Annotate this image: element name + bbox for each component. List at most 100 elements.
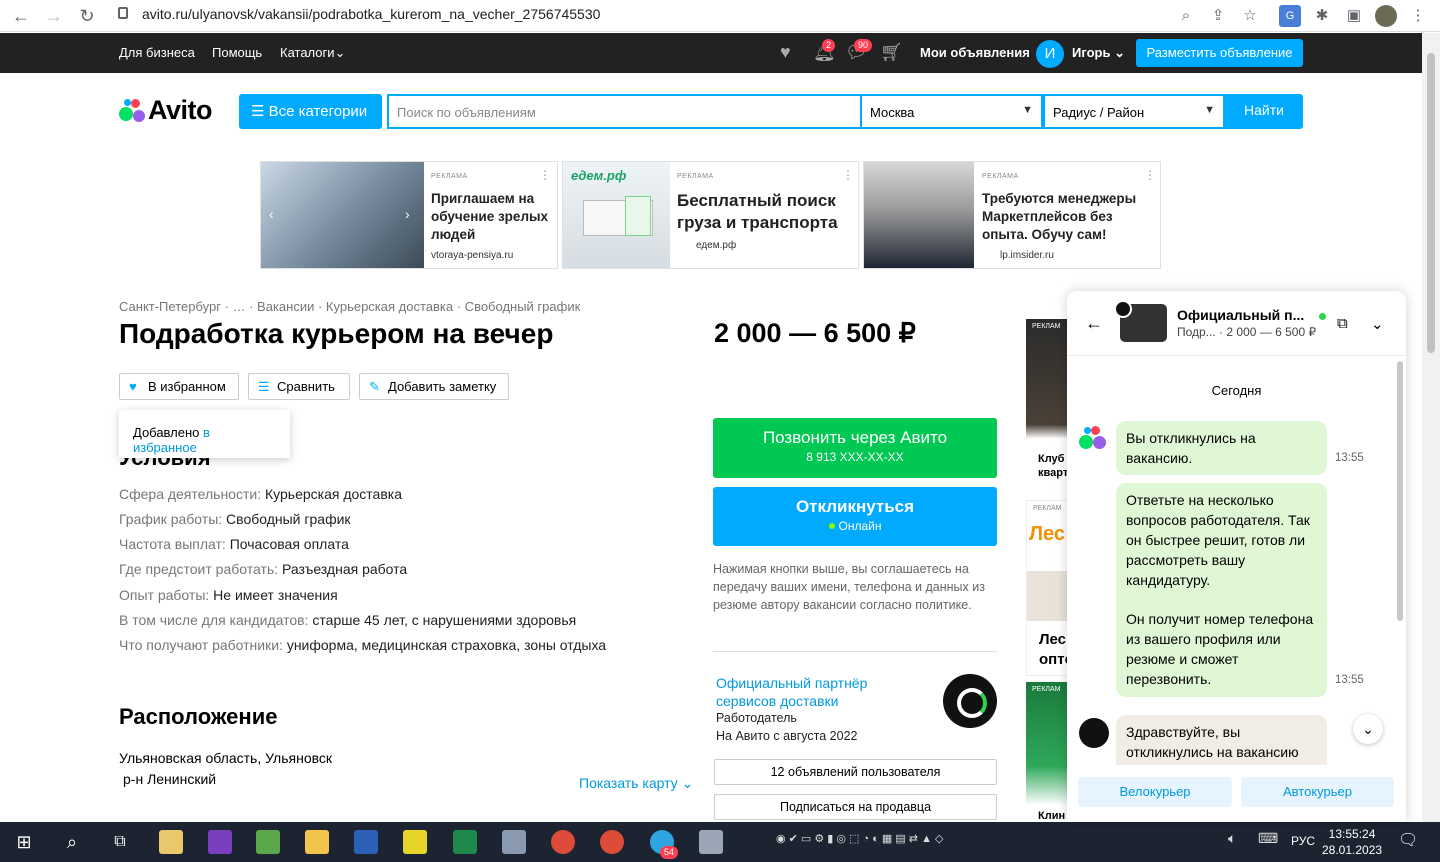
tray-icons[interactable]: ◉ ✔ ▭ ⚙ ▮ ◎ ⬚ ◔ ◐ ▦ ▤ ⇄ ▲ ◇ — [776, 832, 943, 845]
ad-label: РЕКЛАМА — [431, 173, 468, 180]
language-indicator[interactable]: РУС — [1291, 834, 1315, 848]
word-icon[interactable] — [354, 830, 378, 854]
chevron-down-icon: ⌄ — [334, 45, 346, 60]
chat-message-paragraph: Он получит номер телефона из вашего проф… — [1126, 611, 1314, 687]
respond-label: Откликнуться — [795, 497, 915, 516]
ad-image-man — [864, 162, 974, 268]
zoom-icon[interactable]: ⌕ — [1175, 5, 1197, 27]
scroll-down-icon[interactable]: ⌄ — [1353, 714, 1383, 744]
avito-logo[interactable]: Avito — [119, 95, 213, 126]
property-value: Не имеет значения — [213, 587, 338, 603]
ad-banner-2[interactable]: едем.рф РЕКЛАМА ⋮ Бесплатный поиск груза… — [562, 161, 859, 269]
show-map-label: Показать карту — [579, 775, 678, 791]
seller-logo-icon[interactable] — [943, 674, 997, 728]
ad-banner-1[interactable]: ‹ › РЕКЛАМА ⋮ Приглашаем на обучение зре… — [260, 161, 558, 269]
respond-button[interactable]: Откликнуться Онлайн — [713, 487, 997, 546]
business-link[interactable]: Для бизнеса — [119, 45, 195, 60]
property-value: Курьерская доставка — [264, 486, 402, 502]
share-icon[interactable]: ⇪ — [1207, 5, 1229, 27]
ad-menu-icon[interactable]: ⋮ — [1144, 168, 1156, 182]
chrome-profile-icon[interactable] — [600, 830, 624, 854]
chat-scrollbar[interactable] — [1397, 361, 1403, 621]
side-ad-1[interactable]: РЕКЛАМ Клуб кварт — [1026, 319, 1071, 495]
compare-label: Сравнить — [277, 379, 335, 394]
extensions-puzzle-icon[interactable]: ✱ — [1311, 5, 1333, 27]
address-bar[interactable]: avito.ru/ulyanovsk/vakansii/podrabotka_k… — [142, 6, 600, 22]
show-map-link[interactable]: Показать карту ⌄ — [579, 775, 693, 792]
ad-menu-icon[interactable]: ⋮ — [539, 168, 551, 182]
bookmark-star-icon[interactable]: ☆ — [1239, 5, 1261, 27]
all-categories-button[interactable]: ☰ Все категории — [239, 94, 382, 129]
translate-extension-icon[interactable]: G — [1279, 5, 1301, 27]
radius-select[interactable]: Радиус / Район ▼ — [1043, 94, 1225, 129]
file-explorer-icon[interactable] — [305, 830, 329, 854]
property-row: Опыт работы: Не имеет значения — [119, 587, 338, 603]
subscribe-button[interactable]: Подписаться на продавца — [714, 794, 997, 820]
volume-icon[interactable]: 🔈︎ — [1228, 830, 1236, 847]
reload-icon[interactable]: ↻ — [75, 4, 99, 28]
app-icon[interactable] — [502, 830, 526, 854]
onenote-icon[interactable] — [208, 830, 232, 854]
profile-avatar-icon[interactable] — [1375, 5, 1397, 27]
chrome-icon[interactable] — [551, 830, 575, 854]
carousel-prev-icon[interactable]: ‹ — [269, 206, 274, 222]
quick-reply-autocourier[interactable]: Автокурьер — [1241, 777, 1394, 807]
sticky-notes-icon[interactable] — [403, 830, 427, 854]
seller-name-link[interactable]: Официальный партнёр сервисов доставки — [716, 674, 916, 710]
search-input[interactable]: Поиск по объявлениям — [387, 94, 862, 129]
clock-date: 28.01.2023 — [1322, 843, 1383, 857]
find-button[interactable]: Найти — [1225, 94, 1303, 129]
online-dot-icon — [828, 523, 835, 529]
my-ads-link[interactable]: Мои объявления — [920, 45, 1030, 60]
user-menu[interactable]: Игорь ⌄ — [1072, 45, 1125, 61]
avatar[interactable]: И — [1036, 40, 1064, 68]
back-icon[interactable]: ← — [9, 4, 33, 28]
task-view-icon[interactable]: ⧉ — [108, 830, 132, 854]
back-arrow-icon[interactable]: ← — [1085, 313, 1103, 334]
keyboard-icon[interactable]: ⌨ — [1258, 830, 1278, 847]
side-ad-2[interactable]: РЕКЛАМ Лес Лес опте — [1026, 500, 1071, 676]
chat-panel: ← Официальный п... Подр... · 2 000 — 6 5… — [1067, 291, 1406, 822]
sheets-icon[interactable] — [453, 830, 477, 854]
collapse-chevron-icon[interactable]: ⌄ — [1371, 315, 1384, 333]
help-link[interactable]: Помощь — [212, 45, 262, 60]
seller-ads-button[interactable]: 12 объявлений пользователя — [714, 759, 997, 785]
notifications-icon[interactable]: 🗨︎ — [1398, 830, 1418, 850]
city-select[interactable]: Москва ▼ — [862, 94, 1043, 129]
catalogs-link[interactable]: Каталоги⌄ — [280, 45, 345, 61]
post-ad-button[interactable]: Разместить объявление — [1136, 39, 1303, 67]
property-key: Что получают работники: — [119, 637, 283, 653]
calculator-icon[interactable] — [699, 830, 723, 854]
avito-bot-avatar-icon — [1079, 424, 1109, 454]
search-icon[interactable]: ⌕ — [60, 830, 84, 854]
taskbar-clock[interactable]: 13:55:24 28.01.2023 — [1322, 826, 1382, 858]
scrollbar-thumb[interactable] — [1427, 53, 1435, 353]
expand-window-icon[interactable]: ⧉ — [1337, 315, 1348, 332]
carousel-next-icon[interactable]: › — [405, 206, 410, 222]
side-panel-icon[interactable]: ▣ — [1343, 5, 1365, 27]
chat-item-thumbnail[interactable] — [1114, 300, 1167, 342]
avito-logo-dots-icon — [119, 97, 145, 123]
notepad-app-icon[interactable] — [256, 830, 280, 854]
favorite-button[interactable]: ♥ В избранном — [119, 373, 239, 400]
ad-banner-3[interactable]: РЕКЛАМА ⋮ Требуются менеджеры Маркетплей… — [863, 161, 1161, 269]
favorites-heart-icon[interactable]: ♥ — [780, 42, 791, 63]
side-ad-3[interactable]: РЕКЛАМ Клин — [1026, 682, 1071, 822]
quick-reply-velocourier[interactable]: Велокурьер — [1078, 777, 1232, 807]
menu-dots-icon[interactable]: ⋮ — [1407, 5, 1429, 27]
cart-icon[interactable]: 🛒︎ — [880, 42, 903, 63]
call-button[interactable]: Позвонить через Авито 8 913 XXX-XX-XX — [713, 418, 997, 478]
page-scrollbar[interactable] — [1422, 33, 1440, 822]
ad-menu-icon[interactable]: ⋮ — [842, 168, 854, 182]
compare-button[interactable]: ☰ Сравнить — [248, 373, 350, 400]
favorite-tooltip: Добавлено в избранное — [119, 410, 290, 458]
lock-icon[interactable] — [118, 7, 128, 19]
location-heading: Расположение — [119, 704, 278, 729]
forward-icon[interactable]: → — [42, 4, 66, 28]
breadcrumb[interactable]: Санкт-Петербург · … · Вакансии · Курьерс… — [119, 299, 580, 314]
windows-start-icon[interactable]: ⊞ — [12, 830, 36, 854]
add-note-button[interactable]: ✎ Добавить заметку — [359, 373, 509, 400]
chat-contact-name[interactable]: Официальный п... — [1177, 307, 1312, 323]
notes-app-icon[interactable] — [159, 830, 183, 854]
chat-message: Вы откликнулись на вакансию. — [1116, 421, 1327, 475]
